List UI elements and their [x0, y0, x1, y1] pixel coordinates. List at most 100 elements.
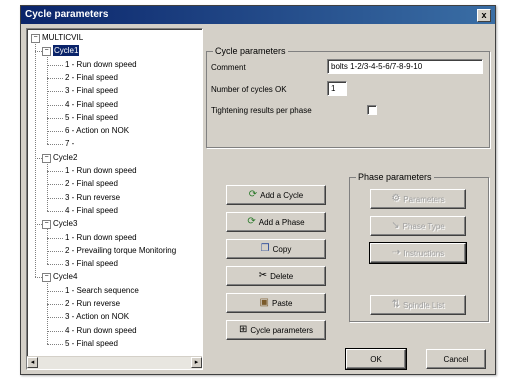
tree-connector	[47, 161, 48, 211]
delete-label: Delete	[270, 271, 294, 281]
tree-phase-node[interactable]: 3 - Action on NOK	[65, 311, 129, 322]
tree-phase-node[interactable]: 1 - Run down speed	[65, 59, 137, 70]
tree-cycle-node[interactable]: Cycle1	[53, 45, 80, 57]
tree-connector	[47, 64, 63, 66]
scroll-right-button[interactable]: ▸	[191, 357, 202, 368]
instructions-label: Instructions	[403, 248, 445, 258]
delete-button[interactable]: ✂ Delete	[226, 266, 326, 286]
cycle-parameters-legend: Cycle parameters	[213, 46, 288, 56]
tree-connector	[47, 228, 48, 265]
tree-cycle-node[interactable]: Cycle2	[53, 152, 77, 163]
tree-connector	[47, 117, 63, 119]
action-buttons-area: ⟳ Add a Cycle ⟳ Add a Phase ❐ Copy ✂ Del…	[206, 176, 346, 344]
tree-phase-node[interactable]: 2 - Prevailing torque Monitoring	[65, 245, 176, 256]
parameters-icon: ⚙	[391, 193, 401, 204]
instructions-icon: ⇢	[391, 247, 401, 258]
tree-connector	[47, 210, 63, 212]
comment-field[interactable]: bolts 1-2/3-4-5-6/7-8-9-10	[327, 59, 483, 74]
tree-phase-node[interactable]: 1 - Run down speed	[65, 232, 137, 243]
parameters-button[interactable]: ⚙ Parameters	[370, 189, 466, 209]
tree-connector	[47, 343, 63, 345]
tree-connector	[35, 157, 42, 159]
tree-connector	[47, 317, 63, 319]
cycle-parameters-dialog: Cycle parameters x ◂ ▸ − MULTICVIL − Cycle1…	[20, 5, 496, 375]
cycle-parameters-button[interactable]: ⊞ Cycle parameters	[226, 320, 326, 340]
ok-button[interactable]: OK	[345, 348, 407, 370]
cycle-tree[interactable]: ◂ ▸ − MULTICVIL − Cycle1 1 - Run down speed 2…	[26, 28, 203, 370]
paste-label: Paste	[271, 298, 293, 308]
title-bar: Cycle parameters x	[21, 6, 495, 24]
tree-connector	[35, 42, 36, 278]
tree-phase-node[interactable]: 3 - Run reverse	[65, 192, 120, 203]
tree-phase-node[interactable]: 2 - Final speed	[65, 72, 118, 83]
cycle-parameters-button-label: Cycle parameters	[250, 325, 314, 335]
tree-phase-node[interactable]: 1 - Search sequence	[65, 285, 139, 296]
tree-connector	[47, 264, 63, 266]
cycle-parameters-group: Cycle parameters Comment bolts 1-2/3-4-5…	[206, 46, 490, 148]
add-phase-icon: ⟳	[247, 216, 256, 227]
spindle-list-icon: ⇅	[391, 299, 401, 310]
copy-label: Copy	[272, 244, 292, 254]
tree-horizontal-scrollbar[interactable]: ◂ ▸	[27, 356, 202, 369]
tightening-results-checkbox[interactable]	[367, 105, 377, 115]
cancel-button[interactable]: Cancel	[426, 349, 486, 369]
tree-connector	[47, 77, 63, 79]
comment-label: Comment	[211, 63, 246, 72]
cycles-ok-field[interactable]: 1	[327, 81, 347, 96]
cycles-ok-label: Number of cycles OK	[211, 85, 287, 94]
add-cycle-button[interactable]: ⟳ Add a Cycle	[226, 185, 326, 205]
tree-connector	[47, 55, 48, 145]
tree-connector	[47, 104, 63, 106]
tree-connector	[47, 91, 63, 93]
add-phase-label: Add a Phase	[258, 217, 305, 227]
tree-connector	[47, 330, 63, 332]
close-button[interactable]: x	[477, 9, 491, 22]
tree-phase-node[interactable]: 2 - Run reverse	[65, 298, 120, 309]
phase-type-icon: ↘	[391, 220, 400, 231]
copy-icon: ❐	[260, 243, 270, 254]
tree-phase-node[interactable]: 4 - Final speed	[65, 99, 118, 110]
tree-phase-node[interactable]: 5 - Final speed	[65, 338, 118, 349]
phase-type-label: Phase Type	[402, 221, 445, 231]
copy-button[interactable]: ❐ Copy	[226, 239, 326, 259]
tree-phase-node[interactable]: 5 - Final speed	[65, 112, 118, 123]
tree-phase-node[interactable]: 3 - Final speed	[65, 258, 118, 269]
tree-connector	[47, 197, 63, 199]
tree-phase-node[interactable]: 7 -	[65, 138, 74, 149]
scissors-icon: ✂	[258, 270, 268, 281]
add-cycle-icon: ⟳	[248, 189, 258, 200]
tree-phase-node[interactable]: 3 - Final speed	[65, 85, 118, 96]
phase-type-button[interactable]: ↘ Phase Type	[370, 216, 466, 236]
tree-phase-node[interactable]: 6 - Action on NOK	[65, 125, 129, 136]
tree-connector	[47, 237, 63, 239]
spindle-list-button[interactable]: ⇅ Spindle List	[370, 295, 466, 315]
tree-connector	[35, 277, 42, 279]
add-phase-button[interactable]: ⟳ Add a Phase	[226, 212, 326, 232]
tree-connector	[47, 290, 63, 292]
tightening-results-label: Tightening results per phase	[211, 106, 312, 115]
phase-parameters-group: Phase parameters ⚙ Parameters ↘ Phase Ty…	[349, 172, 489, 322]
tree-connector	[47, 304, 63, 305]
tree-connector	[35, 51, 42, 53]
tree-phase-node[interactable]: 4 - Run down speed	[65, 325, 137, 336]
spindle-list-label: Spindle List	[403, 300, 445, 310]
scroll-left-button[interactable]: ◂	[27, 357, 38, 368]
tree-connector	[47, 250, 63, 252]
window-title: Cycle parameters	[25, 9, 109, 20]
tree-phase-node[interactable]: 2 - Final speed	[65, 178, 118, 189]
paste-button[interactable]: ▣ Paste	[226, 293, 326, 313]
tree-phase-node[interactable]: 1 - Run down speed	[65, 165, 137, 176]
tree-root-node[interactable]: MULTICVIL	[42, 32, 83, 43]
tree-cycle-node[interactable]: Cycle3	[53, 218, 77, 229]
instructions-button[interactable]: ⇢ Instructions	[369, 242, 467, 264]
phase-parameters-legend: Phase parameters	[356, 172, 434, 182]
tree-cycle-node[interactable]: Cycle4	[53, 271, 77, 282]
tree-connector	[35, 224, 42, 226]
tree-connector	[47, 184, 63, 186]
paste-icon: ▣	[259, 297, 269, 308]
tree-phase-node[interactable]: 4 - Final speed	[65, 205, 118, 216]
parameters-grid-icon: ⊞	[238, 324, 248, 335]
tree-connector	[47, 171, 63, 172]
add-cycle-label: Add a Cycle	[260, 190, 304, 200]
tree-connector	[47, 131, 63, 133]
